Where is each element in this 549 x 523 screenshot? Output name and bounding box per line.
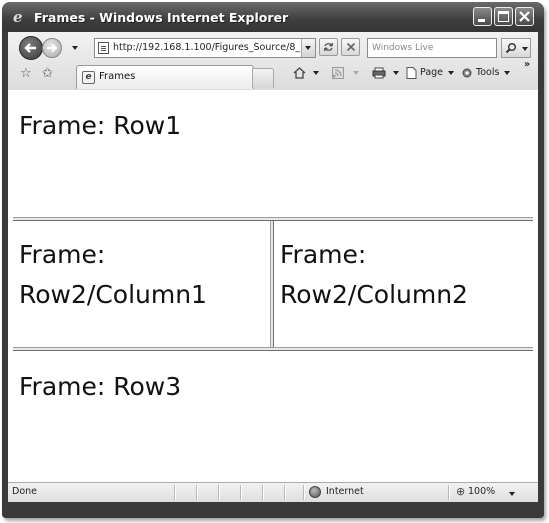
tools-menu[interactable]: Tools bbox=[461, 66, 511, 80]
status-bar: Done Internet ⊕ 100% bbox=[8, 482, 538, 502]
frame-heading: Frame: Row3 bbox=[19, 372, 182, 401]
favorites-star-icon[interactable]: ☆ bbox=[20, 67, 32, 81]
back-button[interactable] bbox=[19, 36, 43, 60]
chevron-more-icon[interactable]: » bbox=[524, 58, 530, 72]
address-text[interactable]: http://192.168.1.100/Figures_Source/8_2 bbox=[113, 42, 301, 54]
browser-window: e Frames - Windows Internet Explorer htt… bbox=[2, 2, 544, 518]
search-input[interactable]: Windows Live bbox=[367, 38, 497, 58]
status-divider bbox=[284, 485, 286, 500]
close-button[interactable] bbox=[515, 7, 534, 26]
refresh-icon bbox=[323, 42, 334, 52]
stop-button[interactable] bbox=[341, 38, 360, 56]
home-button[interactable] bbox=[293, 66, 320, 80]
status-divider bbox=[448, 485, 450, 500]
zoom-level[interactable]: 100% bbox=[468, 486, 495, 497]
tools-gear-icon bbox=[462, 68, 472, 77]
chevron-down-icon bbox=[313, 70, 320, 75]
zoom-dropdown-icon[interactable] bbox=[509, 492, 515, 496]
chevron-down-icon bbox=[504, 70, 511, 75]
history-dropdown-icon[interactable] bbox=[72, 46, 78, 50]
stop-icon bbox=[346, 42, 355, 52]
window-frame-bottom bbox=[2, 502, 544, 518]
globe-icon bbox=[309, 486, 321, 498]
frame-row3: Frame: Row3 bbox=[13, 351, 533, 479]
status-divider bbox=[303, 485, 305, 500]
tab-frames[interactable]: e Frames bbox=[76, 65, 254, 89]
new-tab-button[interactable] bbox=[252, 68, 274, 88]
search-icon bbox=[505, 43, 516, 54]
address-dropdown[interactable] bbox=[301, 39, 315, 57]
frame-heading: Frame: Row1 bbox=[19, 111, 182, 140]
page-content: Frame: Row1 Frame: Row2/Column1 Frame: R… bbox=[8, 90, 538, 482]
maximize-button[interactable] bbox=[494, 7, 513, 26]
tab-label: Frames bbox=[99, 71, 136, 82]
chevron-down-icon bbox=[305, 46, 311, 50]
page-menu[interactable]: Page bbox=[406, 66, 455, 80]
search-button[interactable] bbox=[501, 38, 531, 58]
search-options-icon bbox=[522, 47, 528, 51]
status-text: Done bbox=[12, 486, 37, 497]
frame-row2-column1: Frame: Row2/Column1 bbox=[13, 221, 270, 347]
frame-heading: Frame: Row2/Column1 bbox=[19, 240, 207, 309]
frame-row2-column2: Frame: Row2/Column2 bbox=[274, 221, 533, 347]
close-icon bbox=[519, 11, 530, 22]
page-icon bbox=[406, 66, 417, 79]
browser-chrome: http://192.168.1.100/Figures_Source/8_2 … bbox=[8, 32, 538, 90]
refresh-button[interactable] bbox=[319, 38, 338, 56]
security-zone[interactable]: Internet bbox=[326, 486, 364, 497]
ie-icon: e bbox=[82, 71, 95, 84]
address-bar[interactable]: http://192.168.1.100/Figures_Source/8_2 bbox=[94, 38, 316, 58]
forward-icon bbox=[47, 43, 58, 53]
back-icon bbox=[24, 43, 36, 53]
status-divider bbox=[218, 485, 220, 500]
forward-button[interactable] bbox=[42, 38, 62, 58]
title-bar[interactable]: e Frames - Windows Internet Explorer bbox=[2, 2, 544, 32]
add-favorites-icon[interactable]: ✩ bbox=[42, 67, 53, 81]
home-icon bbox=[293, 66, 306, 79]
status-divider bbox=[174, 485, 176, 500]
status-divider bbox=[196, 485, 198, 500]
feeds-button[interactable] bbox=[332, 66, 360, 80]
status-divider bbox=[262, 485, 264, 500]
chevron-down-icon bbox=[448, 70, 455, 75]
status-divider bbox=[240, 485, 242, 500]
page-icon bbox=[98, 42, 109, 54]
zoom-icon[interactable]: ⊕ bbox=[456, 485, 465, 498]
chevron-down-icon bbox=[393, 70, 400, 75]
chevron-down-icon bbox=[353, 70, 360, 75]
page-menu-label: Page bbox=[420, 67, 444, 78]
frame-row1: Frame: Row1 bbox=[13, 90, 533, 217]
window-title: Frames - Windows Internet Explorer bbox=[34, 10, 289, 25]
print-button[interactable] bbox=[372, 66, 400, 80]
frame-heading: Frame: Row2/Column2 bbox=[280, 240, 468, 309]
ie-icon: e bbox=[13, 8, 23, 26]
print-icon bbox=[372, 67, 386, 78]
minimize-button[interactable] bbox=[473, 7, 492, 26]
feeds-icon bbox=[332, 66, 344, 79]
tools-menu-label: Tools bbox=[476, 67, 500, 78]
